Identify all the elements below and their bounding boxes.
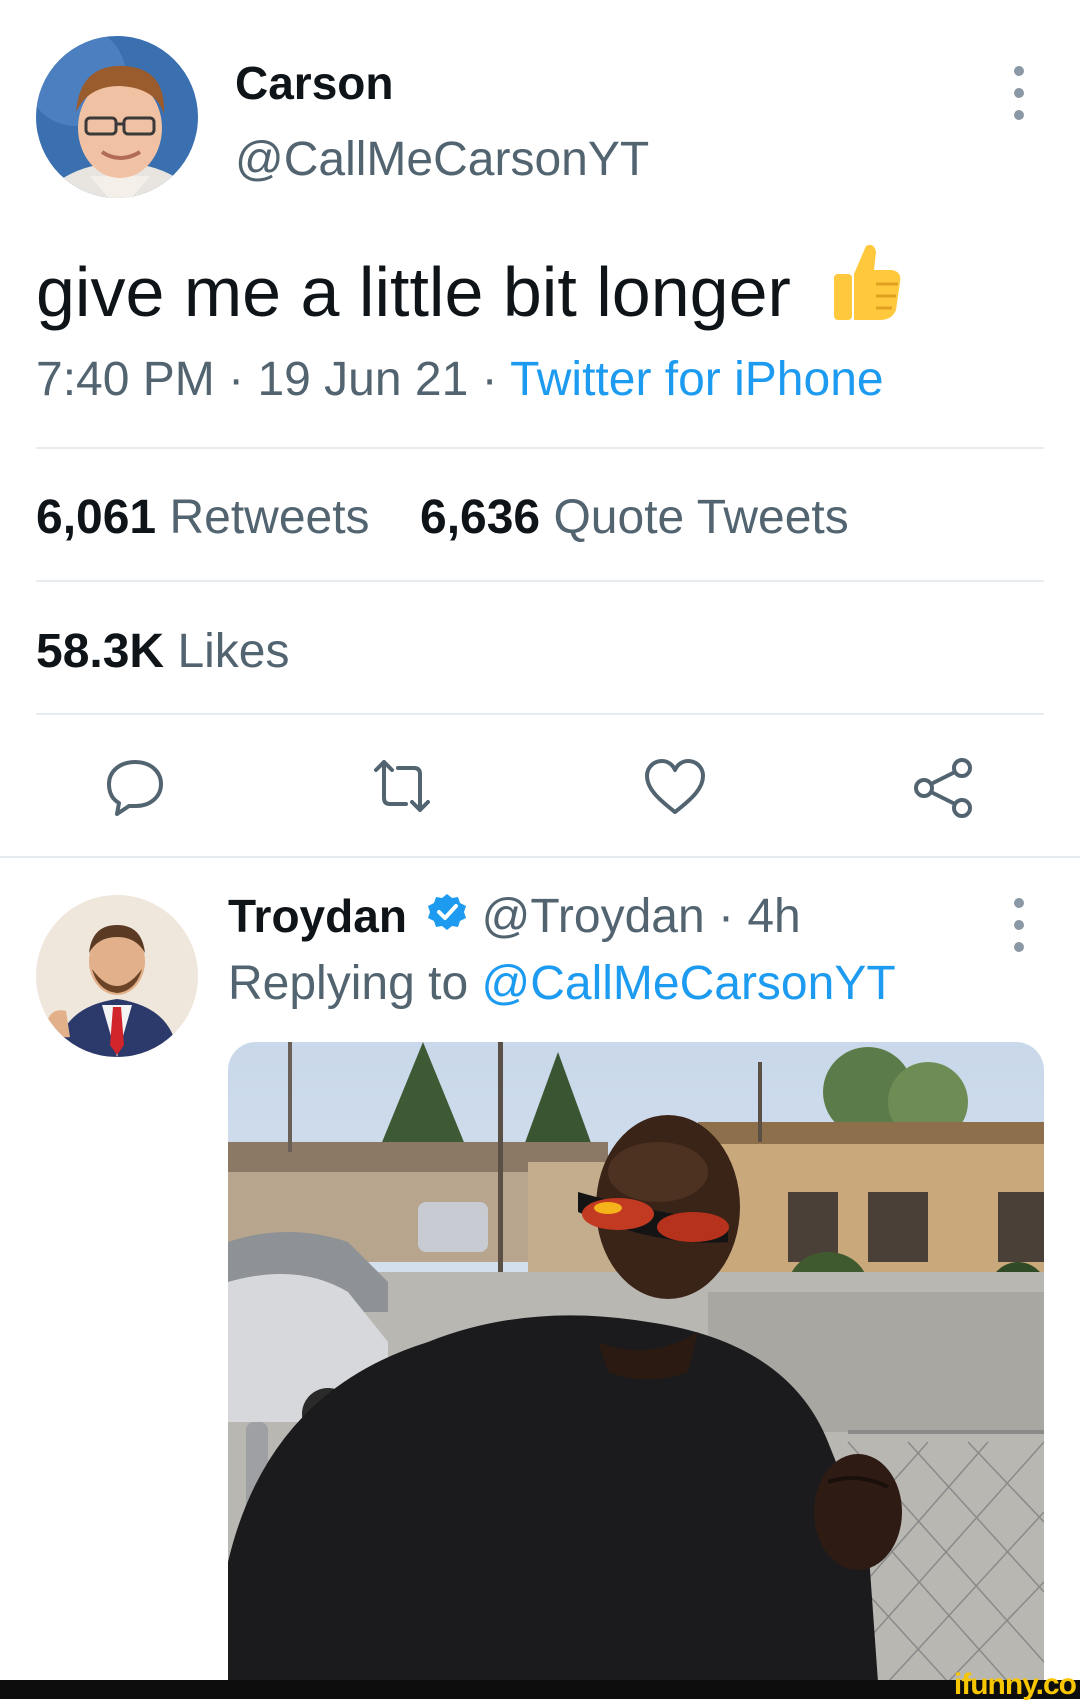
quote-tweets-stat[interactable]: 6,636 Quote Tweets bbox=[420, 490, 849, 545]
tweet-source-app[interactable]: Twitter for iPhone bbox=[510, 353, 884, 406]
replying-to-prefix: Replying to bbox=[228, 957, 469, 1010]
tweet-more-icon[interactable] bbox=[1011, 66, 1027, 120]
share-icon[interactable] bbox=[912, 756, 976, 820]
reply-icon[interactable] bbox=[103, 754, 167, 818]
reply-age[interactable]: 4h bbox=[747, 890, 800, 943]
retweets-stat[interactable]: 6,061 Retweets bbox=[36, 490, 370, 545]
author-avatar[interactable] bbox=[36, 36, 198, 198]
quote-tweets-count: 6,636 bbox=[420, 491, 541, 544]
divider bbox=[36, 580, 1044, 582]
tweet-date[interactable]: 19 Jun 21 bbox=[257, 353, 468, 406]
thumbs-up-icon bbox=[830, 240, 902, 333]
likes-label: Likes bbox=[177, 625, 290, 678]
meta-separator: · bbox=[228, 353, 245, 406]
quote-tweets-label: Quote Tweets bbox=[553, 491, 849, 544]
reply-media-photo bbox=[228, 1042, 1044, 1682]
retweet-icon[interactable] bbox=[370, 754, 434, 818]
divider bbox=[36, 713, 1044, 715]
reply-more-icon[interactable] bbox=[1011, 898, 1027, 952]
reply-author-handle[interactable]: @Troydan bbox=[482, 890, 705, 943]
reply-header: Troydan @Troydan · 4h bbox=[228, 888, 801, 947]
footer-bar bbox=[0, 1680, 1080, 1699]
reply-avatar-image bbox=[36, 895, 198, 1057]
likes-count: 58.3K bbox=[36, 625, 165, 678]
section-separator bbox=[0, 856, 1080, 858]
replying-to-handle[interactable]: @CallMeCarsonYT bbox=[481, 957, 895, 1010]
tweet-time[interactable]: 7:40 PM bbox=[36, 353, 215, 406]
meta-separator: · bbox=[481, 353, 498, 406]
reply-media-image[interactable] bbox=[228, 1042, 1044, 1682]
like-icon[interactable] bbox=[643, 756, 707, 820]
reply-author-avatar[interactable] bbox=[36, 895, 198, 1057]
retweets-count: 6,061 bbox=[36, 491, 157, 544]
author-name[interactable]: Carson bbox=[235, 56, 393, 110]
meta-separator: · bbox=[718, 890, 734, 943]
retweets-label: Retweets bbox=[169, 491, 370, 544]
ifunny-watermark: ifunny.co bbox=[953, 1668, 1077, 1701]
likes-stat[interactable]: 58.3K Likes bbox=[36, 624, 290, 679]
tweet-text-body: give me a little bit longer bbox=[36, 253, 791, 331]
replying-to: Replying to @CallMeCarsonYT bbox=[228, 956, 896, 1011]
divider bbox=[36, 447, 1044, 449]
tweet-meta: 7:40 PM · 19 Jun 21 · Twitter for iPhone bbox=[36, 352, 884, 407]
author-handle[interactable]: @CallMeCarsonYT bbox=[235, 132, 649, 187]
reply-author-name[interactable]: Troydan bbox=[228, 890, 407, 942]
tweet-text: give me a little bit longer bbox=[36, 240, 902, 333]
verified-badge-icon bbox=[426, 891, 468, 947]
author-avatar-image bbox=[36, 36, 198, 198]
